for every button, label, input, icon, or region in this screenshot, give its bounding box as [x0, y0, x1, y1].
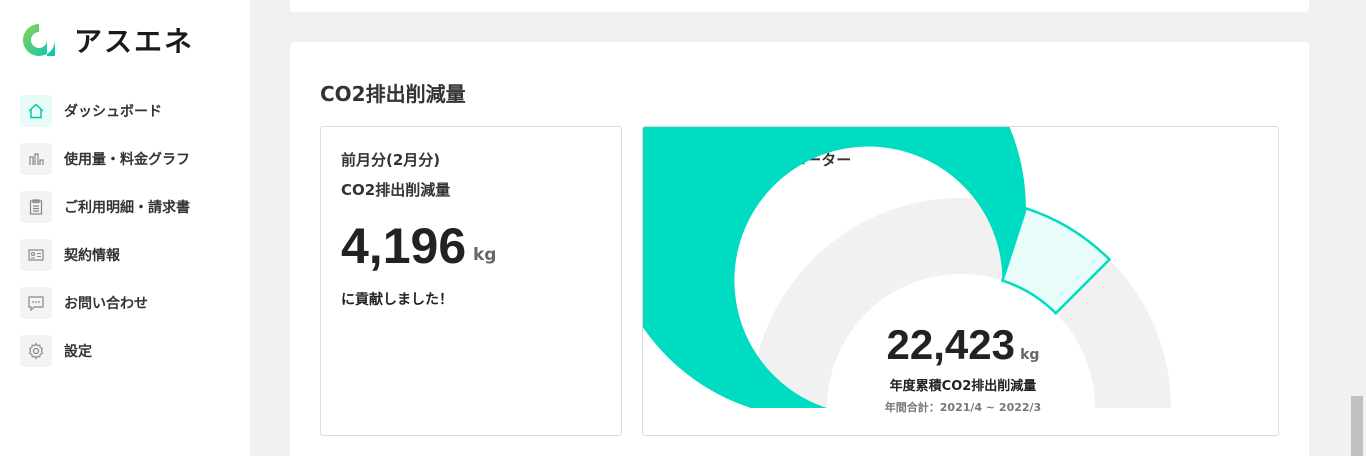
sidebar-item-label: 契約情報	[64, 248, 120, 264]
chat-icon	[20, 287, 52, 319]
monthly-reduction-unit: kg	[473, 245, 497, 265]
id-card-icon	[20, 239, 52, 271]
section-title: CO2排出削減量	[320, 82, 466, 106]
clipboard-icon	[20, 191, 52, 223]
sidebar-item-contract[interactable]: 契約情報	[20, 231, 240, 279]
sidebar-item-label: 設定	[64, 344, 92, 360]
meter-value: 22,423	[886, 321, 1016, 368]
monthly-metric-label: CO2排出削減量	[341, 181, 451, 199]
sidebar-item-label: ご利用明細・請求書	[64, 200, 190, 216]
sidebar-item-label: ダッシュボード	[64, 104, 162, 120]
vertical-scrollbar[interactable]	[1349, 0, 1366, 456]
sidebar-item-usage-graph[interactable]: 使用量・料金グラフ	[20, 135, 240, 183]
sidebar-item-billing[interactable]: ご利用明細・請求書	[20, 183, 240, 231]
previous-card	[290, 0, 1309, 12]
sidebar-item-label: 使用量・料金グラフ	[64, 152, 190, 168]
scrollbar-thumb[interactable]	[1351, 396, 1363, 456]
meter-value-group: 22,423 kg	[883, 321, 1043, 369]
sidebar-item-label: お問い合わせ	[64, 296, 148, 312]
meter-unit: kg	[1020, 347, 1040, 363]
meter-label: 年度累積CO2排出削減量	[889, 379, 1037, 394]
sidebar-item-contact[interactable]: お問い合わせ	[20, 279, 240, 327]
bar-chart-icon	[20, 143, 52, 175]
logo-icon	[23, 24, 55, 56]
sidebar-nav: ダッシュボード 使用量・料金グラフ ご利用明細・請求書 契約情報 お問い合わせ	[20, 87, 240, 375]
monthly-reduction-value: 4,196	[341, 218, 467, 274]
monthly-reduction-card: 前月分(2月分) CO2排出削減量 4,196 kg に貢献しました！	[320, 126, 622, 436]
sidebar: アスエネ ダッシュボード 使用量・料金グラフ ご利用明細・請求書 契約情報 お問…	[0, 0, 250, 456]
sidebar-item-settings[interactable]: 設定	[20, 327, 240, 375]
home-icon	[20, 95, 52, 127]
contribution-message: に貢献しました！	[341, 292, 453, 308]
monthly-period-label: 前月分(2月分)	[341, 151, 441, 169]
logo[interactable]: アスエネ	[20, 20, 194, 60]
co2-reduction-panel: CO2排出削減量 前月分(2月分) CO2排出削減量 4,196 kg に貢献し…	[290, 42, 1309, 456]
contribution-meter-card: CO2排出削減貢献メーター 22,423 kg 年度累積CO2排出削減量 年間合…	[642, 126, 1279, 436]
sidebar-item-dashboard[interactable]: ダッシュボード	[20, 87, 240, 135]
gear-icon	[20, 335, 52, 367]
meter-period: 年間合計：2021/4 ~ 2022/3	[884, 401, 1042, 414]
app-name: アスエネ	[74, 25, 195, 58]
